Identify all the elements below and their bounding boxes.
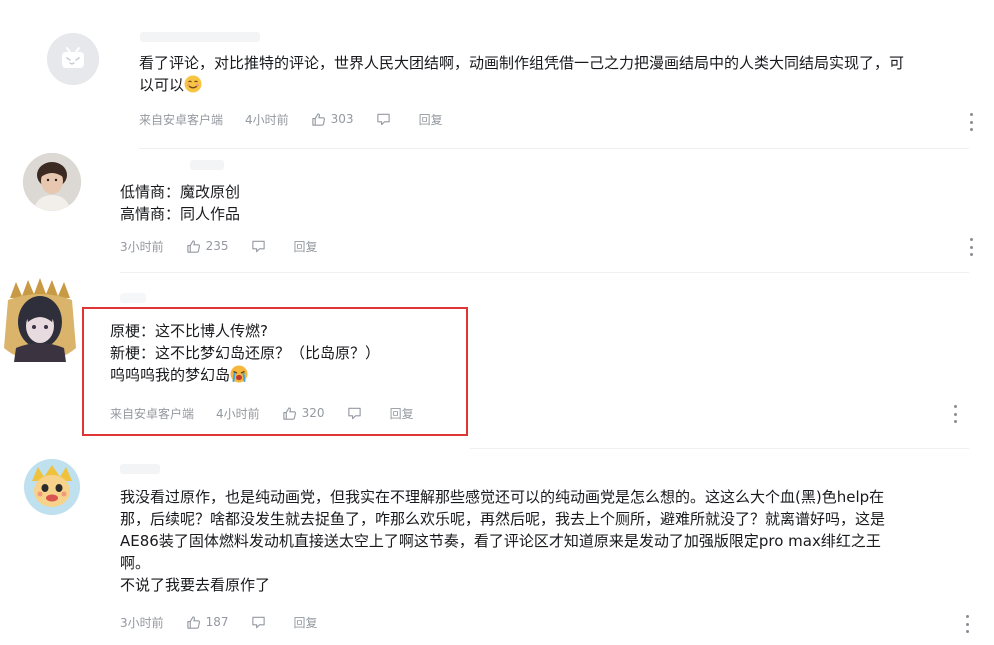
more-options-icon[interactable]	[968, 238, 974, 256]
avatar[interactable]	[47, 33, 99, 85]
thumbs-down-icon	[251, 616, 265, 628]
comment-text: 我没看过原作，也是纯动画党，但我实在不理解那些感觉还可以的纯动画党是怎么想的。这…	[120, 486, 885, 596]
divider	[120, 272, 969, 273]
comment-meta: 来自安卓客户端 4小时前 303 回复	[139, 109, 443, 129]
like-button[interactable]: 235	[186, 239, 229, 254]
thumbs-up-icon	[311, 112, 325, 126]
dislike-button[interactable]	[251, 615, 266, 630]
comment-line: 高情商：同人作品	[120, 205, 241, 223]
comment-meta: 3小时前 187 回复	[120, 612, 318, 632]
comment-line: 啊。	[120, 554, 151, 572]
reply-button[interactable]: 回复	[294, 238, 318, 255]
avatar[interactable]	[23, 153, 81, 211]
smile-emoji-icon	[184, 75, 202, 93]
comment-text: 低情商：魔改原创 高情商：同人作品	[120, 181, 240, 225]
username[interactable]	[190, 160, 224, 170]
timestamp: 3小时前	[120, 239, 164, 254]
comment-line: 低情商：魔改原创	[120, 183, 241, 201]
comment-line: 那，后续呢？啥都没发生就去捉鱼了，咋那么欢乐呢，再然后呢，我去上个厕所，避难所就…	[120, 510, 886, 528]
like-button[interactable]: 303	[311, 112, 354, 127]
thumbs-down-icon	[251, 240, 265, 252]
comment-line: 看了评论，对比推特的评论，世界人民大团结啊，动画制作组凭借一己之力把漫画结局中的…	[139, 54, 905, 72]
comment-line: AE86装了固体燃料发动机直接送太空上了啊这节奏，看了评论区才知道原来是发动了加…	[120, 532, 881, 550]
thumbs-up-icon	[186, 239, 200, 253]
dislike-button[interactable]	[251, 239, 266, 254]
more-options-icon[interactable]	[952, 405, 958, 423]
like-count: 235	[205, 239, 229, 253]
like-count: 303	[330, 112, 354, 126]
divider	[470, 448, 969, 449]
client-source: 来自安卓客户端	[139, 112, 224, 127]
thumbs-down-icon	[376, 113, 390, 125]
comment-meta: 3小时前 235 回复	[120, 236, 318, 256]
comment-line: 不说了我要去看原作了	[120, 576, 271, 594]
more-options-icon[interactable]	[968, 113, 974, 131]
more-options-icon[interactable]	[964, 615, 970, 633]
username[interactable]	[140, 32, 260, 42]
dislike-button[interactable]	[376, 112, 391, 127]
thumbs-up-icon	[186, 615, 200, 629]
highlight-box	[82, 307, 468, 436]
like-button[interactable]: 187	[186, 615, 229, 630]
comment-line: 以可以	[139, 74, 904, 96]
default-avatar-icon	[47, 33, 99, 85]
username[interactable]	[120, 293, 146, 303]
divider	[139, 148, 969, 149]
username[interactable]	[120, 464, 160, 474]
comment-text: 看了评论，对比推特的评论，世界人民大团结啊，动画制作组凭借一己之力把漫画结局中的…	[139, 52, 904, 96]
comment-line: 我没看过原作，也是纯动画党，但我实在不理解那些感觉还可以的纯动画党是怎么想的。这…	[120, 488, 885, 506]
user-photo-icon	[23, 153, 81, 211]
avatar[interactable]	[2, 278, 78, 364]
reply-button[interactable]: 回复	[419, 111, 443, 128]
avatar[interactable]	[24, 459, 80, 515]
anime-avatar-icon	[4, 278, 76, 362]
reply-button[interactable]: 回复	[294, 614, 318, 631]
cartoon-avatar-icon	[24, 459, 80, 515]
like-count: 187	[205, 615, 229, 629]
timestamp: 3小时前	[120, 615, 164, 630]
timestamp: 4小时前	[245, 112, 289, 127]
